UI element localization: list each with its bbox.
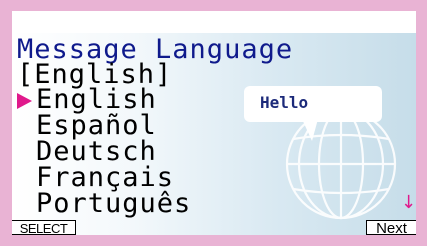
- select-button[interactable]: SELECT: [12, 220, 76, 235]
- next-button[interactable]: Next: [366, 220, 416, 235]
- selection-arrow-icon: [17, 93, 32, 109]
- language-option-portugues[interactable]: Português: [17, 188, 192, 219]
- bubble-greeting: Hello: [260, 93, 309, 112]
- calculator-frame: Hello Message Language [English] English…: [0, 0, 427, 246]
- display-screen: Hello Message Language [English] English…: [12, 11, 416, 235]
- scroll-down-icon: ↓: [401, 192, 416, 213]
- language-list: English Español Deutsch Français Portugu…: [17, 86, 192, 219]
- language-option-label: Português: [36, 188, 192, 219]
- speech-bubble-tail: [302, 119, 318, 141]
